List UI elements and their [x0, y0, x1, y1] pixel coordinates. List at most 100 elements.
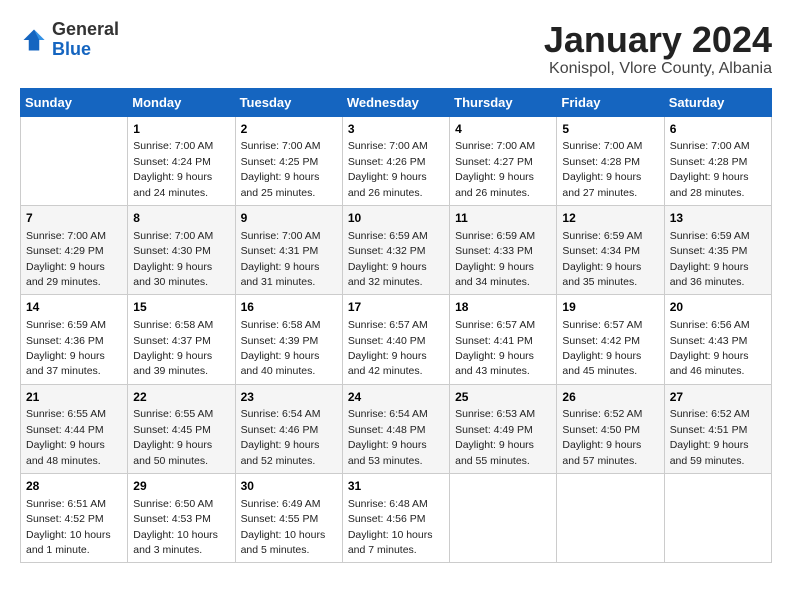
- day-number: 11: [455, 210, 551, 227]
- table-row: 8 Sunrise: 7:00 AMSunset: 4:30 PMDaylight…: [128, 205, 235, 294]
- day-number: 6: [670, 121, 766, 138]
- day-number: 10: [348, 210, 444, 227]
- day-number: 22: [133, 389, 229, 406]
- month-title: January 2024: [544, 20, 772, 60]
- day-info: Sunrise: 6:49 AMSunset: 4:55 PMDaylight:…: [241, 498, 326, 556]
- header: General Blue January 2024 Konispol, Vlor…: [20, 20, 772, 78]
- table-row: 27Sunrise: 6:52 AMSunset: 4:51 PMDayligh…: [664, 384, 771, 473]
- day-number: 1: [133, 121, 229, 138]
- header-saturday: Saturday: [664, 88, 771, 116]
- header-monday: Monday: [128, 88, 235, 116]
- header-tuesday: Tuesday: [235, 88, 342, 116]
- day-info: Sunrise: 6:58 AMSunset: 4:39 PMDaylight:…: [241, 319, 321, 377]
- table-row: 13 Sunrise: 6:59 AMSunset: 4:35 PMDayligh…: [664, 205, 771, 294]
- table-row: 6 Sunrise: 7:00 AMSunset: 4:28 PMDaylight…: [664, 116, 771, 205]
- table-row: 1 Sunrise: 7:00 AMSunset: 4:24 PMDaylight…: [128, 116, 235, 205]
- table-row: 25 Sunrise: 6:53 AMSunset: 4:49 PMDayligh…: [450, 384, 557, 473]
- table-row: 17 Sunrise: 6:57 AMSunset: 4:40 PMDayligh…: [342, 295, 449, 384]
- day-info: Sunrise: 7:00 AMSunset: 4:25 PMDaylight:…: [241, 140, 321, 198]
- day-number: 26: [562, 389, 658, 406]
- table-row: 11Sunrise: 6:59 AMSunset: 4:33 PMDayligh…: [450, 205, 557, 294]
- day-info: Sunrise: 7:00 AMSunset: 4:31 PMDaylight:…: [241, 230, 321, 288]
- day-info: Sunrise: 6:59 AMSunset: 4:35 PMDaylight:…: [670, 230, 750, 288]
- table-row: 30Sunrise: 6:49 AMSunset: 4:55 PMDayligh…: [235, 474, 342, 563]
- day-info: Sunrise: 6:58 AMSunset: 4:37 PMDaylight:…: [133, 319, 213, 377]
- table-row: 4Sunrise: 7:00 AMSunset: 4:27 PMDaylight…: [450, 116, 557, 205]
- day-number: 3: [348, 121, 444, 138]
- calendar-week-row: 7Sunrise: 7:00 AMSunset: 4:29 PMDaylight…: [21, 205, 772, 294]
- day-number: 28: [26, 478, 122, 495]
- table-row: 21 Sunrise: 6:55 AMSunset: 4:44 PMDayligh…: [21, 384, 128, 473]
- day-info: Sunrise: 6:54 AMSunset: 4:48 PMDaylight:…: [348, 408, 428, 466]
- day-number: 19: [562, 299, 658, 316]
- day-info: Sunrise: 6:55 AMSunset: 4:44 PMDaylight:…: [26, 408, 106, 466]
- calendar-week-row: 1 Sunrise: 7:00 AMSunset: 4:24 PMDaylight…: [21, 116, 772, 205]
- table-row: 2 Sunrise: 7:00 AMSunset: 4:25 PMDaylight…: [235, 116, 342, 205]
- table-row: 9 Sunrise: 7:00 AMSunset: 4:31 PMDaylight…: [235, 205, 342, 294]
- day-number: 21: [26, 389, 122, 406]
- calendar-week-row: 14 Sunrise: 6:59 AMSunset: 4:36 PMDayligh…: [21, 295, 772, 384]
- day-number: 12: [562, 210, 658, 227]
- day-info: Sunrise: 6:57 AMSunset: 4:41 PMDaylight:…: [455, 319, 535, 377]
- day-number: 17: [348, 299, 444, 316]
- table-row: 15 Sunrise: 6:58 AMSunset: 4:37 PMDayligh…: [128, 295, 235, 384]
- day-info: Sunrise: 7:00 AMSunset: 4:24 PMDaylight:…: [133, 140, 213, 198]
- table-row: 26 Sunrise: 6:52 AMSunset: 4:50 PMDayligh…: [557, 384, 664, 473]
- table-row: 12Sunrise: 6:59 AMSunset: 4:34 PMDayligh…: [557, 205, 664, 294]
- day-number: 25: [455, 389, 551, 406]
- day-number: 27: [670, 389, 766, 406]
- calendar-week-row: 21 Sunrise: 6:55 AMSunset: 4:44 PMDayligh…: [21, 384, 772, 473]
- table-row: 24 Sunrise: 6:54 AMSunset: 4:48 PMDayligh…: [342, 384, 449, 473]
- table-row: 20Sunrise: 6:56 AMSunset: 4:43 PMDayligh…: [664, 295, 771, 384]
- day-info: Sunrise: 6:57 AMSunset: 4:40 PMDaylight:…: [348, 319, 428, 377]
- table-row: [21, 116, 128, 205]
- day-info: Sunrise: 6:50 AMSunset: 4:53 PMDaylight:…: [133, 498, 218, 556]
- table-row: 10Sunrise: 6:59 AMSunset: 4:32 PMDayligh…: [342, 205, 449, 294]
- day-number: 8: [133, 210, 229, 227]
- day-info: Sunrise: 6:57 AMSunset: 4:42 PMDaylight:…: [562, 319, 642, 377]
- table-row: 22 Sunrise: 6:55 AMSunset: 4:45 PMDayligh…: [128, 384, 235, 473]
- day-info: Sunrise: 7:00 AMSunset: 4:28 PMDaylight:…: [562, 140, 642, 198]
- logo-general-text: General: [52, 19, 119, 39]
- table-row: [557, 474, 664, 563]
- day-number: 14: [26, 299, 122, 316]
- day-info: Sunrise: 6:51 AMSunset: 4:52 PMDaylight:…: [26, 498, 111, 556]
- day-info: Sunrise: 6:52 AMSunset: 4:50 PMDaylight:…: [562, 408, 642, 466]
- day-number: 31: [348, 478, 444, 495]
- day-info: Sunrise: 6:56 AMSunset: 4:43 PMDaylight:…: [670, 319, 750, 377]
- day-number: 13: [670, 210, 766, 227]
- calendar-table: Sunday Monday Tuesday Wednesday Thursday…: [20, 88, 772, 564]
- day-number: 15: [133, 299, 229, 316]
- logo-icon: [20, 26, 48, 54]
- table-row: 23 Sunrise: 6:54 AMSunset: 4:46 PMDayligh…: [235, 384, 342, 473]
- table-row: 14 Sunrise: 6:59 AMSunset: 4:36 PMDayligh…: [21, 295, 128, 384]
- calendar-header-row: Sunday Monday Tuesday Wednesday Thursday…: [21, 88, 772, 116]
- day-number: 2: [241, 121, 337, 138]
- day-number: 16: [241, 299, 337, 316]
- day-info: Sunrise: 6:53 AMSunset: 4:49 PMDaylight:…: [455, 408, 535, 466]
- table-row: 29 Sunrise: 6:50 AMSunset: 4:53 PMDayligh…: [128, 474, 235, 563]
- day-info: Sunrise: 6:55 AMSunset: 4:45 PMDaylight:…: [133, 408, 213, 466]
- table-row: [450, 474, 557, 563]
- day-info: Sunrise: 7:00 AMSunset: 4:28 PMDaylight:…: [670, 140, 750, 198]
- table-row: 16 Sunrise: 6:58 AMSunset: 4:39 PMDayligh…: [235, 295, 342, 384]
- table-row: 5Sunrise: 7:00 AMSunset: 4:28 PMDaylight…: [557, 116, 664, 205]
- table-row: 31 Sunrise: 6:48 AMSunset: 4:56 PMDayligh…: [342, 474, 449, 563]
- day-number: 9: [241, 210, 337, 227]
- day-number: 23: [241, 389, 337, 406]
- table-row: 19 Sunrise: 6:57 AMSunset: 4:42 PMDayligh…: [557, 295, 664, 384]
- calendar-week-row: 28 Sunrise: 6:51 AMSunset: 4:52 PMDayligh…: [21, 474, 772, 563]
- day-info: Sunrise: 7:00 AMSunset: 4:27 PMDaylight:…: [455, 140, 535, 198]
- table-row: [664, 474, 771, 563]
- day-number: 7: [26, 210, 122, 227]
- day-info: Sunrise: 6:54 AMSunset: 4:46 PMDaylight:…: [241, 408, 321, 466]
- day-number: 29: [133, 478, 229, 495]
- day-info: Sunrise: 7:00 AMSunset: 4:30 PMDaylight:…: [133, 230, 213, 288]
- day-number: 24: [348, 389, 444, 406]
- table-row: 7Sunrise: 7:00 AMSunset: 4:29 PMDaylight…: [21, 205, 128, 294]
- day-info: Sunrise: 6:59 AMSunset: 4:36 PMDaylight:…: [26, 319, 106, 377]
- table-row: 18 Sunrise: 6:57 AMSunset: 4:41 PMDayligh…: [450, 295, 557, 384]
- day-info: Sunrise: 6:48 AMSunset: 4:56 PMDaylight:…: [348, 498, 433, 556]
- day-number: 18: [455, 299, 551, 316]
- title-section: January 2024 Konispol, Vlore County, Alb…: [544, 20, 772, 78]
